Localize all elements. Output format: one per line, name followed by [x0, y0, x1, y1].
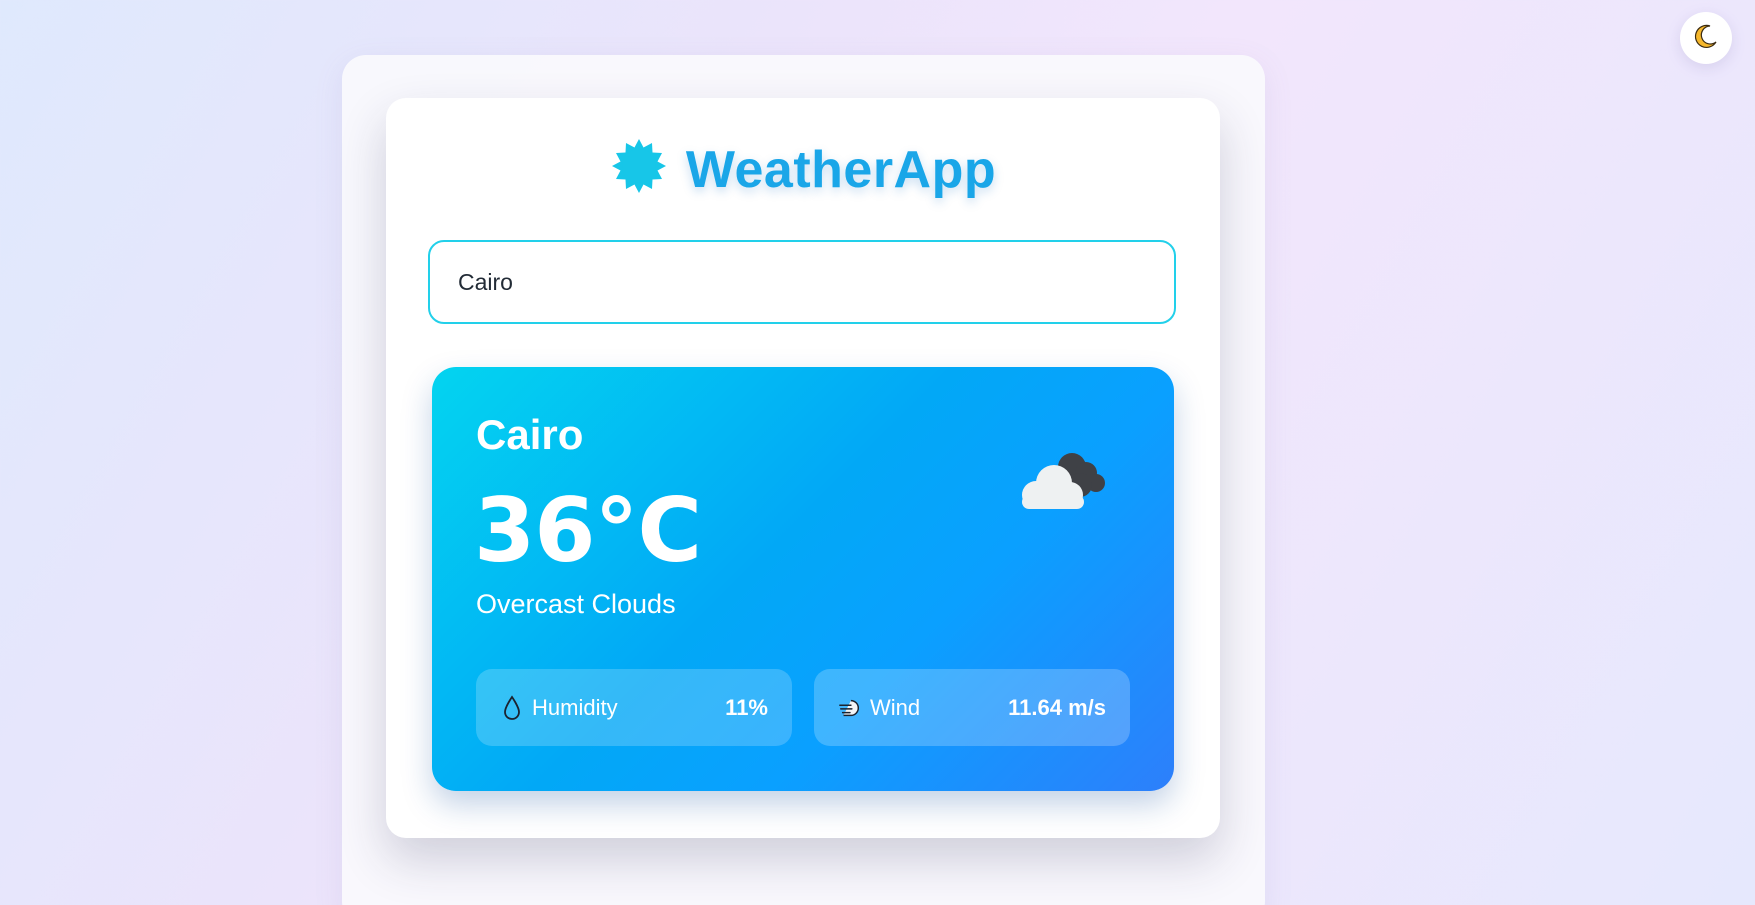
- overcast-clouds-icon: [1014, 445, 1114, 515]
- temperature: 36°C: [474, 479, 702, 582]
- weather-card: Cairo 36°C Overcast Clouds Humidity 11% …: [432, 367, 1174, 791]
- droplet-icon: [500, 694, 524, 722]
- humidity-stat: Humidity 11%: [476, 669, 792, 746]
- humidity-label: Humidity: [532, 694, 618, 720]
- weather-description: Overcast Clouds: [476, 589, 676, 619]
- wind-value: 11.64 m/s: [1008, 694, 1106, 720]
- app-header: WeatherApp: [386, 138, 1220, 201]
- city-name: Cairo: [476, 411, 584, 458]
- city-search-input[interactable]: [428, 240, 1176, 324]
- wind-icon: [838, 694, 862, 722]
- moon-icon: [1692, 22, 1720, 55]
- sun-badge-icon: [610, 138, 668, 201]
- wind-stat: Wind 11.64 m/s: [814, 669, 1130, 746]
- theme-toggle-button[interactable]: [1680, 12, 1732, 64]
- wind-label: Wind: [870, 694, 921, 720]
- app-container: WeatherApp Cairo 36°C Overcast Clouds: [386, 98, 1220, 838]
- humidity-value: 11%: [725, 694, 768, 720]
- app-title: WeatherApp: [685, 140, 997, 199]
